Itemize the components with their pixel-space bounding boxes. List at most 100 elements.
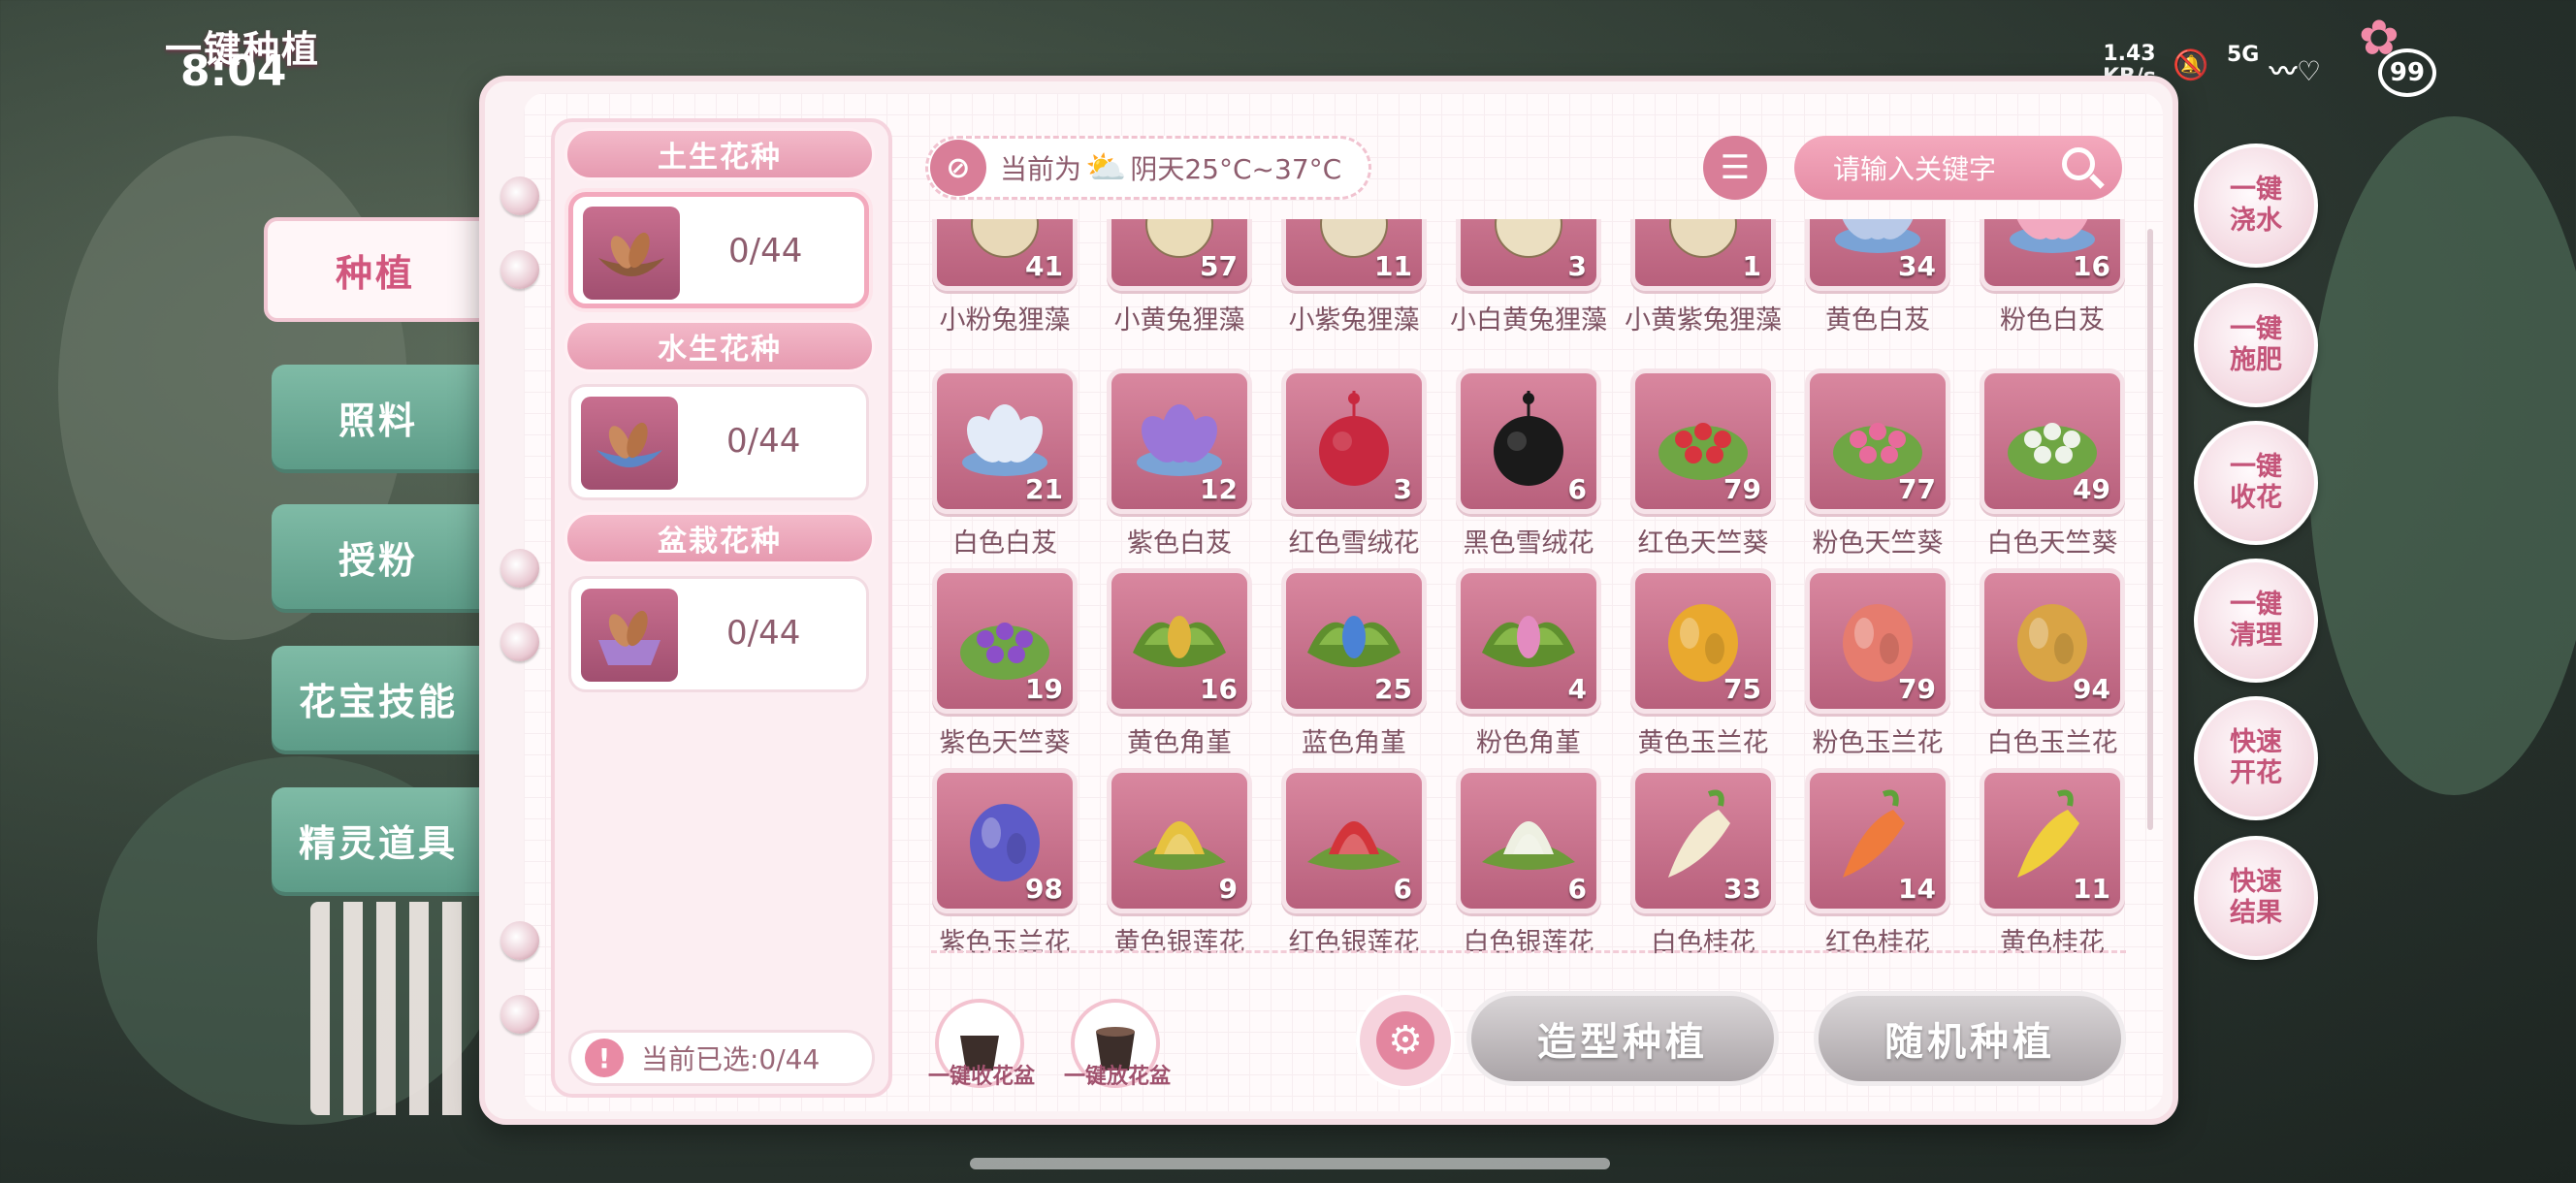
quick-bloom-button[interactable]: 快速开花 <box>2194 696 2318 820</box>
flower-seed-item[interactable]: 21 白色白芨 <box>927 368 1082 562</box>
flower-name: 紫色天竺葵 <box>939 728 1071 758</box>
flower-seed-item[interactable]: 1 小黄紫兔狸藻 <box>1625 219 1782 339</box>
flower-tile[interactable]: 79 <box>1805 568 1950 714</box>
flower-tile[interactable]: 21 <box>932 368 1078 514</box>
flower-tile[interactable]: 1 <box>1630 219 1776 291</box>
flower-count: 77 <box>1898 473 1936 505</box>
quick-fruit-button[interactable]: 快速结果 <box>2194 836 2318 960</box>
seed-group-header-soil: 土生花种 <box>564 128 875 180</box>
flower-count: 12 <box>1200 473 1238 505</box>
flower-tile[interactable]: 4 <box>1456 568 1601 714</box>
flower-seed-item[interactable]: 34 黄色白芨 <box>1800 219 1955 339</box>
tab-spirit-items[interactable]: 精灵道具 <box>272 787 485 892</box>
scrollbar[interactable] <box>2147 229 2153 830</box>
binder-ring <box>500 549 539 588</box>
flower-seed-item[interactable]: 11 黄色桂花 <box>1975 768 2130 956</box>
flower-tile[interactable]: 41 <box>932 219 1078 291</box>
flower-tile[interactable]: 9 <box>1107 768 1252 913</box>
tab-pollinate[interactable]: 授粉 <box>272 504 485 609</box>
weather-toggle-icon[interactable]: ⊘ <box>930 140 986 196</box>
flower-seed-item[interactable]: 94 白色玉兰花 <box>1975 568 2130 762</box>
flower-seed-item[interactable]: 12 紫色白芨 <box>1102 368 1257 562</box>
flower-count: 57 <box>1200 250 1238 282</box>
butterfly-logo-icon: ✿ <box>2359 10 2399 66</box>
flower-tile[interactable]: 16 <box>1980 219 2125 291</box>
flower-tile[interactable]: 11 <box>1980 768 2125 913</box>
flower-seed-item[interactable]: 6 白色银莲花 <box>1451 768 1606 956</box>
seed-group-water[interactable]: 0/44 <box>568 384 869 500</box>
fertilize-all-label: 一键施肥 <box>2230 314 2282 375</box>
flower-seed-item[interactable]: 16 黄色角堇 <box>1102 568 1257 762</box>
flower-seed-item[interactable]: 3 红色雪绒花 <box>1276 368 1432 562</box>
flower-seed-item[interactable]: 4 粉色角堇 <box>1451 568 1606 762</box>
flower-seed-item[interactable]: 79 红色天竺葵 <box>1626 368 1781 562</box>
flower-tile[interactable]: 57 <box>1107 219 1252 291</box>
flower-tile[interactable]: 6 <box>1456 368 1601 514</box>
flower-seed-item[interactable]: 6 黑色雪绒花 <box>1451 368 1606 562</box>
flower-seed-item[interactable]: 41 小粉兔狸藻 <box>927 219 1082 339</box>
flower-tile[interactable]: 6 <box>1281 768 1427 913</box>
flower-tile[interactable]: 6 <box>1456 768 1601 913</box>
clean-all-button[interactable]: 一键清理 <box>2194 559 2318 683</box>
flower-tile[interactable]: 14 <box>1805 768 1950 913</box>
flower-tile[interactable]: 75 <box>1630 568 1776 714</box>
flower-seed-item[interactable]: 79 粉色玉兰花 <box>1800 568 1955 762</box>
flower-count: 34 <box>1898 250 1936 282</box>
flower-seed-item[interactable]: 77 粉色天竺葵 <box>1800 368 1955 562</box>
home-indicator[interactable] <box>970 1158 1610 1169</box>
flower-count: 16 <box>1200 673 1238 705</box>
search-placeholder: 请输入关键字 <box>1833 153 1997 185</box>
seed-group-soil[interactable]: 0/44 <box>568 192 869 308</box>
flower-count: 79 <box>1898 673 1936 705</box>
flower-seed-item[interactable]: 75 黄色玉兰花 <box>1626 568 1781 762</box>
shape-plant-button[interactable]: 造型种植 <box>1466 991 1779 1086</box>
tab-flower-skill[interactable]: 花宝技能 <box>272 646 485 751</box>
flower-name: 黄色玉兰花 <box>1637 728 1769 758</box>
sort-button[interactable]: ☰ <box>1703 136 1767 200</box>
heartbeat-icon: 〰♡ <box>2270 55 2322 87</box>
flower-tile[interactable]: 49 <box>1980 368 2125 514</box>
flower-seed-item[interactable]: 25 蓝色角堇 <box>1276 568 1432 762</box>
flower-name: 白色白芨 <box>952 528 1057 559</box>
flower-tile[interactable]: 98 <box>932 768 1078 913</box>
settings-button[interactable]: ⚙ <box>1356 991 1455 1090</box>
gear-icon: ⚙ <box>1376 1011 1434 1070</box>
water-all-button[interactable]: 一键浇水 <box>2194 144 2318 268</box>
flower-seed-item[interactable]: 57 小黄兔狸藻 <box>1102 219 1257 339</box>
flower-name: 小紫兔狸藻 <box>1288 305 1420 336</box>
flower-seed-item[interactable]: 6 红色银莲花 <box>1276 768 1432 956</box>
flower-seed-item[interactable]: 3 小白黄兔狸藻 <box>1450 219 1607 339</box>
flower-tile[interactable]: 12 <box>1107 368 1252 514</box>
flower-seed-item[interactable]: 33 白色桂花 <box>1626 768 1781 956</box>
flower-tile[interactable]: 34 <box>1805 219 1950 291</box>
tab-plant[interactable]: 种植 <box>264 217 487 322</box>
flower-tile[interactable]: 77 <box>1805 368 1950 514</box>
harvest-all-button[interactable]: 一键收花 <box>2194 421 2318 545</box>
search-input[interactable]: 请输入关键字 <box>1794 136 2122 200</box>
flower-tile[interactable]: 25 <box>1281 568 1427 714</box>
flower-seed-item[interactable]: 11 小紫兔狸藻 <box>1276 219 1432 339</box>
flower-tile[interactable]: 3 <box>1456 219 1601 291</box>
flower-seed-item[interactable]: 19 紫色天竺葵 <box>927 568 1082 762</box>
fertilize-all-button[interactable]: 一键施肥 <box>2194 283 2318 407</box>
clean-all-label: 一键清理 <box>2230 590 2282 651</box>
harvest-all-label: 一键收花 <box>2230 452 2282 513</box>
tab-care[interactable]: 照料 <box>272 365 485 469</box>
flower-seed-item[interactable]: 9 黄色银莲花 <box>1102 768 1257 956</box>
flower-tile[interactable]: 19 <box>932 568 1078 714</box>
flower-tile[interactable]: 16 <box>1107 568 1252 714</box>
flower-seed-item[interactable]: 16 粉色白芨 <box>1975 219 2130 339</box>
random-plant-button[interactable]: 随机种植 <box>1814 991 2126 1086</box>
flower-tile[interactable]: 3 <box>1281 368 1427 514</box>
place-pot-label: 一键放花盆 <box>1063 1065 1171 1089</box>
flower-tile[interactable]: 11 <box>1281 219 1427 291</box>
flower-seed-item[interactable]: 14 红色桂花 <box>1800 768 1955 956</box>
seed-group-potted[interactable]: 0/44 <box>568 576 869 692</box>
flower-tile[interactable]: 33 <box>1630 768 1776 913</box>
flower-count: 3 <box>1393 473 1412 505</box>
flower-tile[interactable]: 79 <box>1630 368 1776 514</box>
flower-seed-item[interactable]: 98 紫色玉兰花 <box>927 768 1082 956</box>
flower-tile[interactable]: 94 <box>1980 568 2125 714</box>
flower-seed-item[interactable]: 49 白色天竺葵 <box>1975 368 2130 562</box>
flower-name: 黑色雪绒花 <box>1463 528 1594 559</box>
